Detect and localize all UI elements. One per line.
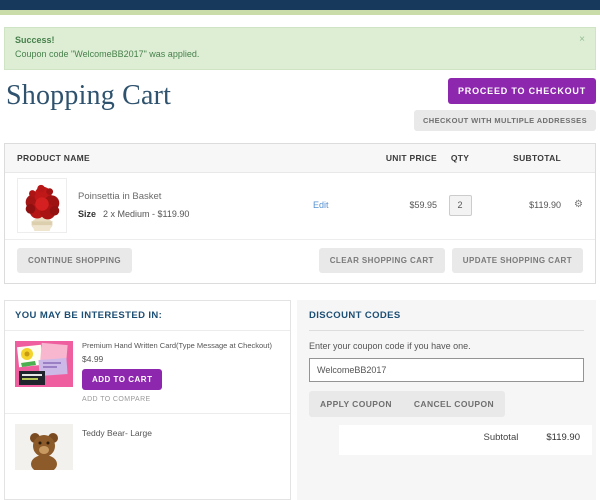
add-to-compare-link[interactable]: ADD TO COMPARE — [82, 396, 272, 403]
cross-sell-item-price: $4.99 — [82, 354, 272, 364]
product-info: Poinsettia in Basket Size 2 x Medium - $1… — [78, 191, 189, 219]
product-cell: Poinsettia in Basket Size 2 x Medium - $1… — [17, 178, 313, 233]
cart-actions-bar: CONTINUE SHOPPING CLEAR SHOPPING CART UP… — [5, 239, 595, 283]
edit-item-link[interactable]: Edit — [313, 200, 329, 210]
page: Success! Coupon code "WelcomeBB2017" was… — [0, 0, 600, 500]
title-row: Shopping Cart PROCEED TO CHECKOUT CHECKO… — [4, 76, 596, 131]
alert-title: Success! — [15, 33, 585, 47]
size-value: 2 x Medium - $119.90 — [103, 209, 189, 219]
continue-shopping-button[interactable]: CONTINUE SHOPPING — [17, 248, 132, 273]
top-navigation-bar — [0, 0, 600, 10]
coupon-instruction: Enter your coupon code if you have one. — [309, 341, 584, 351]
column-qty: QTY — [437, 153, 483, 163]
add-to-cart-button[interactable]: ADD TO CART — [82, 369, 162, 390]
cross-sell-item-info: Teddy Bear- Large — [82, 424, 152, 470]
column-unit-price: UNIT PRICE — [359, 153, 437, 163]
checkout-actions: PROCEED TO CHECKOUT CHECKOUT WITH MULTIP… — [414, 78, 596, 131]
product-size: Size 2 x Medium - $119.90 — [78, 209, 189, 219]
alert-message: Coupon code "WelcomeBB2017" was applied. — [15, 47, 585, 61]
close-icon[interactable]: × — [579, 32, 585, 48]
quantity-input[interactable] — [449, 195, 472, 216]
cross-sell-item-info: Premium Hand Written Card(Type Message a… — [82, 341, 272, 403]
page-title: Shopping Cart — [6, 80, 171, 131]
subtotal-label: Subtotal — [483, 432, 518, 443]
product-image-teddy-bear[interactable] — [15, 424, 73, 470]
coupon-code-input[interactable] — [309, 358, 584, 382]
coupon-buttons: APPLY COUPON CANCEL COUPON — [309, 391, 505, 417]
cross-sell-item-name[interactable]: Premium Hand Written Card(Type Message a… — [82, 341, 272, 350]
column-subtotal: SUBTOTAL — [483, 153, 561, 163]
apply-coupon-button[interactable]: APPLY COUPON — [309, 391, 403, 417]
product-image-poinsettia[interactable] — [17, 178, 67, 233]
proceed-to-checkout-button[interactable]: PROCEED TO CHECKOUT — [448, 78, 596, 104]
header-accent-strip — [0, 10, 600, 15]
cancel-coupon-button[interactable]: CANCEL COUPON — [403, 391, 505, 417]
success-alert: Success! Coupon code "WelcomeBB2017" was… — [4, 27, 596, 70]
cart-summary: Subtotal $119.90 — [339, 425, 592, 455]
cross-sell-item-teddy: Teddy Bear- Large — [5, 414, 290, 480]
product-image-greeting-cards[interactable] — [15, 341, 73, 387]
subtotal-value: $119.90 — [546, 432, 580, 443]
update-shopping-cart-button[interactable]: UPDATE SHOPPING CART — [452, 248, 583, 273]
gear-icon[interactable]: ⚙ — [561, 200, 583, 210]
size-label: Size — [78, 209, 96, 219]
product-name-link[interactable]: Poinsettia in Basket — [78, 191, 189, 202]
cart-actions-right: CLEAR SHOPPING CART UPDATE SHOPPING CART — [319, 248, 583, 273]
main-content: Success! Coupon code "WelcomeBB2017" was… — [0, 27, 600, 500]
cross-sell-item-name[interactable]: Teddy Bear- Large — [82, 428, 152, 438]
item-unit-price: $59.95 — [359, 200, 437, 210]
column-product-name: PRODUCT NAME — [17, 153, 313, 163]
cross-sell-title: YOU MAY BE INTERESTED IN: — [5, 301, 290, 331]
cart-table-header: PRODUCT NAME UNIT PRICE QTY SUBTOTAL — [5, 144, 595, 173]
clear-shopping-cart-button[interactable]: CLEAR SHOPPING CART — [319, 248, 445, 273]
item-subtotal: $119.90 — [483, 200, 561, 210]
cart-table: PRODUCT NAME UNIT PRICE QTY SUBTOTAL — [4, 143, 596, 284]
discount-codes-title: DISCOUNT CODES — [309, 310, 584, 331]
cart-item-row: Poinsettia in Basket Size 2 x Medium - $1… — [5, 173, 595, 239]
cross-sell-item-card: Premium Hand Written Card(Type Message a… — [5, 331, 290, 414]
checkout-multiple-addresses-button[interactable]: CHECKOUT WITH MULTIPLE ADDRESSES — [414, 110, 596, 131]
